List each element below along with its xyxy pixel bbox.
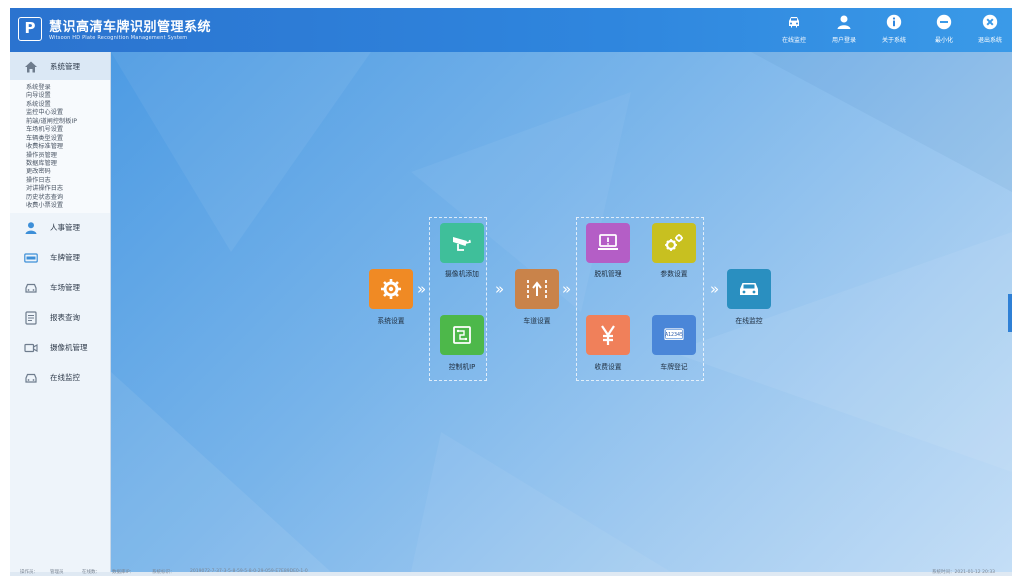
offline-management-label: 脱机管理 bbox=[594, 270, 622, 278]
controller-ip-tile[interactable] bbox=[440, 315, 484, 355]
user-icon bbox=[837, 15, 851, 29]
app-title: 慧识高清车牌识别管理系统 bbox=[49, 20, 212, 35]
camera-add-label: 摄像机添加 bbox=[445, 270, 479, 278]
sidebar-item-label: 系统管理 bbox=[50, 62, 80, 71]
laptop-alert-icon bbox=[598, 234, 618, 250]
parameter-settings-tile[interactable] bbox=[652, 223, 696, 263]
app-header: P 慧识高清车牌识别管理系统 Witsoon HD Plate Recognit… bbox=[10, 8, 1012, 52]
home-icon bbox=[25, 61, 37, 73]
background-pattern bbox=[111, 52, 1012, 572]
camera-icon bbox=[453, 237, 471, 251]
flow-arrow-icon: » bbox=[562, 280, 571, 298]
plate-registration-label: 车牌登记 bbox=[660, 363, 688, 371]
online-monitor-label: 在线监控 bbox=[735, 317, 763, 325]
status-operator-label: 操作员： bbox=[20, 570, 38, 575]
sidebar-item-label: 报表查询 bbox=[50, 312, 80, 322]
fee-settings-label: 收费设置 bbox=[594, 363, 622, 371]
sidebar-item-reports[interactable]: 报表查询 bbox=[10, 303, 110, 333]
submenu-item[interactable]: 向导设置 bbox=[26, 92, 110, 100]
header-button-label: 在线监控 bbox=[781, 37, 806, 44]
submenu-item[interactable]: 操作日志 bbox=[26, 177, 110, 185]
status-system-id-label: 系统标识： bbox=[152, 570, 175, 575]
sidebar-item-online-monitor[interactable]: 在线监控 bbox=[10, 363, 110, 393]
header-button-label: 关于系统 bbox=[881, 37, 906, 44]
status-system-id-value: 2019072-7-37-3-5-8-59-5-8-0-29-059-E7E89… bbox=[190, 569, 308, 574]
system-settings-label: 系统设置 bbox=[377, 317, 405, 325]
status-db-ip-label: 数据库IP： bbox=[112, 570, 135, 575]
sidebar-item-label: 车场管理 bbox=[50, 282, 80, 292]
report-icon bbox=[25, 310, 37, 325]
status-operator-value: 管理员 bbox=[50, 570, 64, 575]
minimize-icon bbox=[936, 14, 952, 30]
page-margin bbox=[0, 0, 10, 576]
app-subtitle: Witsoon HD Plate Recognition Management … bbox=[49, 35, 188, 41]
sidebar-item-parking[interactable]: 车场管理 bbox=[10, 273, 110, 303]
header-about-button[interactable]: 关于系统 bbox=[872, 14, 916, 48]
sidebar-item-label: 摄像机管理 bbox=[50, 342, 88, 352]
submenu-item[interactable]: 操作员管理 bbox=[26, 152, 110, 160]
app-window: P 慧识高清车牌识别管理系统 Witsoon HD Plate Recognit… bbox=[10, 8, 1012, 576]
controller-ip-label: 控制机IP bbox=[448, 363, 476, 371]
gears-icon bbox=[665, 234, 683, 251]
app-logo: P bbox=[18, 17, 42, 41]
header-online-monitor-button[interactable]: 在线监控 bbox=[772, 14, 816, 48]
status-system-time: 系统时间：2021-01-12 20:33 bbox=[932, 570, 996, 575]
sidebar-item-system-management[interactable]: 系统管理 bbox=[10, 52, 110, 80]
lane-settings-tile[interactable] bbox=[515, 269, 559, 309]
header-button-label: 用户登录 bbox=[831, 37, 856, 44]
status-online-label: 在线数： bbox=[82, 570, 100, 575]
submenu-item[interactable]: 前端/道闸控制板IP bbox=[26, 118, 110, 126]
side-panel-handle[interactable] bbox=[1008, 294, 1012, 332]
flow-arrow-icon: » bbox=[495, 280, 504, 298]
sidebar-item-label: 人事管理 bbox=[50, 222, 80, 232]
offline-management-tile[interactable] bbox=[586, 223, 630, 263]
circuit-board-icon bbox=[453, 326, 471, 344]
system-settings-tile[interactable] bbox=[369, 269, 413, 309]
submenu-item[interactable]: 监控中心设置 bbox=[26, 109, 110, 117]
sidebar-item-personnel[interactable]: 人事管理 bbox=[10, 213, 110, 243]
sidebar-item-plates[interactable]: 车牌管理 bbox=[10, 243, 110, 273]
sidebar-item-label: 车牌管理 bbox=[50, 252, 80, 262]
submenu-item[interactable]: 对讲操作日志 bbox=[26, 185, 110, 193]
sidebar: 系统管理 系统登录 向导设置 系统设置 监控中心设置 前端/道闸控制板IP 车场… bbox=[10, 52, 111, 572]
online-monitor-tile[interactable] bbox=[727, 269, 771, 309]
lane-settings-label: 车道设置 bbox=[523, 317, 551, 325]
plate-sample-text: A12345 bbox=[664, 332, 684, 338]
close-icon bbox=[982, 14, 998, 30]
yen-icon bbox=[601, 325, 615, 345]
plate-registration-tile[interactable]: A12345 bbox=[652, 315, 696, 355]
car-icon bbox=[789, 17, 799, 28]
flow-arrow-icon: » bbox=[417, 280, 426, 298]
flow-arrow-icon: » bbox=[710, 280, 719, 298]
lane-arrow-icon bbox=[527, 280, 547, 298]
camera-add-tile[interactable] bbox=[440, 223, 484, 263]
camera-icon bbox=[24, 343, 38, 352]
header-user-login-button[interactable]: 用户登录 bbox=[822, 14, 866, 48]
parameter-settings-label: 参数设置 bbox=[660, 270, 688, 278]
fee-settings-tile[interactable] bbox=[586, 315, 630, 355]
status-bar: 操作员： 管理员 在线数： 数据库IP： 系统标识： 2019072-7-37-… bbox=[10, 569, 1012, 576]
info-icon bbox=[886, 14, 902, 30]
sidebar-item-label: 在线监控 bbox=[50, 372, 80, 382]
system-submenu: 系统登录 向导设置 系统设置 监控中心设置 前端/道闸控制板IP 车场机号设置 … bbox=[10, 80, 110, 213]
monitor-car-icon bbox=[25, 373, 37, 383]
gear-icon bbox=[381, 279, 401, 299]
sidebar-item-cameras[interactable]: 摄像机管理 bbox=[10, 333, 110, 363]
submenu-item[interactable]: 收费标准管理 bbox=[26, 143, 110, 151]
submenu-item[interactable]: 收费小票设置 bbox=[26, 202, 110, 210]
header-minimize-button[interactable]: 最小化 bbox=[922, 14, 966, 48]
car-icon bbox=[740, 283, 758, 295]
parking-car-icon bbox=[25, 283, 37, 293]
submenu-item[interactable]: 更改密码 bbox=[26, 168, 110, 176]
submenu-item[interactable]: 历史状态查询 bbox=[26, 194, 110, 202]
submenu-item[interactable]: 车辆类型设置 bbox=[26, 135, 110, 143]
header-button-label: 最小化 bbox=[934, 37, 953, 44]
header-exit-button[interactable]: 退出系统 bbox=[968, 14, 1012, 48]
person-icon bbox=[25, 221, 37, 234]
submenu-item[interactable]: 车场机号设置 bbox=[26, 126, 110, 134]
license-plate-icon bbox=[24, 252, 38, 263]
header-button-label: 退出系统 bbox=[977, 37, 1002, 44]
main-workspace: 系统设置 » 摄像机添加 控制机IP » 车道设置 » 脱机管理 参数设置 收费… bbox=[111, 52, 1012, 572]
